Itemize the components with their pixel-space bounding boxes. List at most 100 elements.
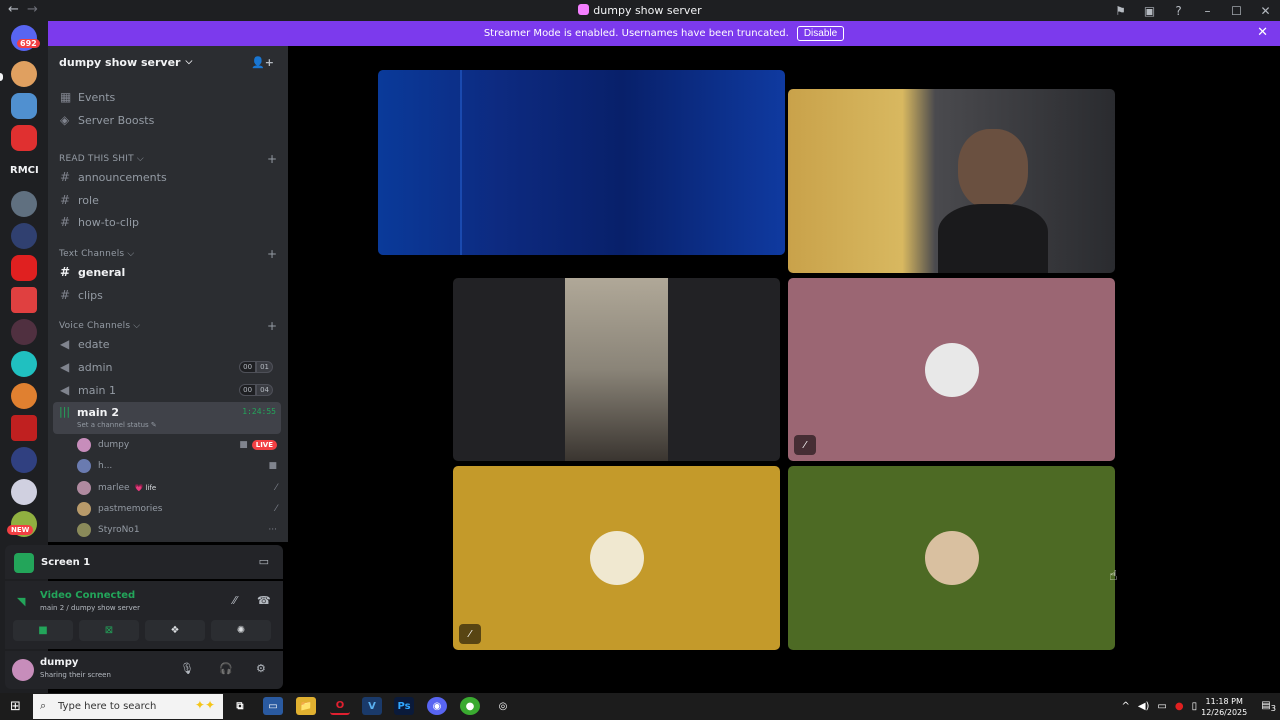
- server-icon[interactable]: [11, 479, 37, 505]
- taskbar: ⊞ ⌕ Type here to search ✦✦ ⧉ ▭ 📁 O V Ps …: [0, 693, 1280, 720]
- add-channel-icon[interactable]: +: [267, 319, 277, 333]
- user-count: 00 04: [239, 384, 273, 396]
- opera-icon[interactable]: O: [330, 697, 350, 715]
- video-tile-camera[interactable]: [788, 89, 1115, 273]
- server-icon[interactable]: [11, 191, 37, 217]
- channel-role[interactable]: # role: [53, 189, 281, 211]
- server-icon[interactable]: [11, 287, 37, 313]
- voice-user[interactable]: StyroNo1 ···: [77, 520, 277, 540]
- voice-user[interactable]: marlee 💗 life ⁄: [77, 478, 277, 498]
- close-icon[interactable]: ✕: [1257, 25, 1268, 40]
- server-icon[interactable]: [11, 447, 37, 473]
- server-icon[interactable]: [11, 125, 37, 151]
- activities-button[interactable]: ❖: [145, 620, 205, 641]
- app-icon[interactable]: ●: [460, 697, 480, 715]
- muted-icon: ⁄: [275, 504, 277, 514]
- network-icon[interactable]: ▭: [1157, 701, 1166, 712]
- voice-user[interactable]: h... ■: [77, 456, 277, 476]
- add-channel-icon[interactable]: +: [267, 152, 277, 166]
- rmci-server-label[interactable]: RMCI: [10, 165, 39, 176]
- voice-channel-edate[interactable]: ◀ edate: [53, 333, 281, 355]
- invite-icon[interactable]: 👤+: [251, 56, 274, 69]
- discord-icon[interactable]: ◉: [427, 697, 447, 715]
- disconnect-icon[interactable]: ☎: [257, 594, 271, 607]
- server-header[interactable]: dumpy show server ⌵ 👤+: [48, 46, 288, 78]
- taskbar-search[interactable]: ⌕ Type here to search ✦✦: [33, 694, 223, 719]
- camera-button[interactable]: ■: [13, 620, 73, 641]
- portrait-video: [565, 278, 668, 461]
- hash-icon: #: [60, 215, 71, 229]
- volume-icon[interactable]: ◀): [1138, 701, 1150, 712]
- new-badge: NEW: [7, 525, 34, 535]
- clock[interactable]: 11:18 PM 12/26/2025: [1201, 696, 1247, 718]
- server-icon[interactable]: [11, 383, 37, 409]
- gear-icon[interactable]: ⚙: [256, 662, 266, 675]
- vegas-icon[interactable]: V: [362, 697, 382, 715]
- microphone-icon[interactable]: 🎙: [180, 662, 194, 675]
- video-tile-user[interactable]: [788, 466, 1115, 650]
- inbox-icon[interactable]: ⚑: [1106, 4, 1135, 18]
- channel-clips[interactable]: # clips: [53, 284, 281, 306]
- video-tile-screen[interactable]: [453, 278, 780, 461]
- category-text[interactable]: Text Channels ⌵ +: [59, 247, 277, 261]
- disable-button[interactable]: Disable: [796, 26, 845, 41]
- server-icon[interactable]: [11, 255, 37, 281]
- app-icon[interactable]: ▭: [263, 697, 283, 715]
- popout-icon[interactable]: ▭: [259, 555, 269, 568]
- category-read[interactable]: READ THIS SHIT ⌵ +: [59, 152, 277, 166]
- voice-channel-main-1[interactable]: ◀ main 1 00 04: [53, 379, 281, 401]
- system-tray: ^ ◀) ▭ ● ▯ 11:18 PM 12/26/2025 ▤3: [1117, 693, 1280, 720]
- channel-general[interactable]: # general: [53, 261, 281, 283]
- category-voice[interactable]: Voice Channels ⌵ +: [59, 319, 277, 333]
- signal-icon[interactable]: ◥: [17, 595, 25, 608]
- minimize-icon[interactable]: –: [1193, 4, 1222, 18]
- channel-announcements[interactable]: # announcements: [53, 166, 281, 188]
- headset-icon[interactable]: 🎧: [219, 662, 233, 675]
- more-icon: ···: [268, 525, 277, 535]
- screen-icon: [14, 553, 34, 573]
- user-status: Sharing their screen: [40, 671, 111, 679]
- avatar[interactable]: [12, 659, 34, 681]
- voice-user[interactable]: pastmemories ⁄: [77, 499, 277, 519]
- screen-icon[interactable]: ▣: [1135, 4, 1164, 18]
- sidebar-item-server-boosts[interactable]: ◈ Server Boosts: [53, 109, 281, 131]
- channel-how-to-clip[interactable]: # how-to-clip: [53, 211, 281, 233]
- obs-icon[interactable]: ◎: [493, 697, 513, 715]
- server-icon[interactable]: [11, 61, 37, 87]
- add-channel-icon[interactable]: +: [267, 247, 277, 261]
- voice-channel-main-2[interactable]: ||| main 2 1:24:55 Set a channel status …: [53, 402, 281, 434]
- connection-location[interactable]: main 2 / dumpy show server: [40, 604, 140, 612]
- username[interactable]: dumpy: [40, 657, 78, 668]
- voice-channel-admin[interactable]: ◀ admin 00 01: [53, 356, 281, 378]
- video-tile-user[interactable]: ⁄: [788, 278, 1115, 461]
- display-icon[interactable]: ▯: [1192, 701, 1198, 712]
- maximize-icon[interactable]: ☐: [1222, 4, 1251, 18]
- noise-suppression-icon[interactable]: ⁄⁄: [233, 594, 237, 607]
- voice-user[interactable]: dumpy ■ LIVE: [77, 435, 277, 455]
- server-icon[interactable]: [11, 93, 37, 119]
- video-tile-user[interactable]: ⁄: [453, 466, 780, 650]
- server-icon[interactable]: [11, 415, 37, 441]
- photoshop-icon[interactable]: Ps: [394, 697, 414, 715]
- task-view-icon[interactable]: ⧉: [230, 697, 250, 715]
- video-tile-stream[interactable]: [378, 70, 785, 255]
- notification-icon[interactable]: ▤3: [1261, 700, 1276, 713]
- server-icon[interactable]: [11, 319, 37, 345]
- muted-icon: ⁄: [275, 483, 277, 493]
- avatar: [77, 523, 91, 537]
- user-count: 00 01: [239, 361, 273, 373]
- sidebar-item-events[interactable]: ▦ Events: [53, 86, 281, 108]
- server-icon[interactable]: [11, 351, 37, 377]
- folder-icon[interactable]: 📁: [296, 697, 316, 715]
- windows-start-icon[interactable]: ⊞: [10, 699, 21, 714]
- connection-status[interactable]: Video Connected: [40, 590, 135, 601]
- server-icon[interactable]: [11, 223, 37, 249]
- soundboard-button[interactable]: ✺: [211, 620, 271, 641]
- screen-share-button[interactable]: ⊠: [79, 620, 139, 641]
- close-window-icon[interactable]: ✕: [1251, 4, 1280, 18]
- channel-status[interactable]: Set a channel status ✎: [77, 421, 157, 429]
- chevron-up-icon[interactable]: ^: [1121, 701, 1129, 712]
- help-icon[interactable]: ?: [1164, 4, 1193, 18]
- avatar: [77, 438, 91, 452]
- record-icon[interactable]: ●: [1175, 701, 1184, 712]
